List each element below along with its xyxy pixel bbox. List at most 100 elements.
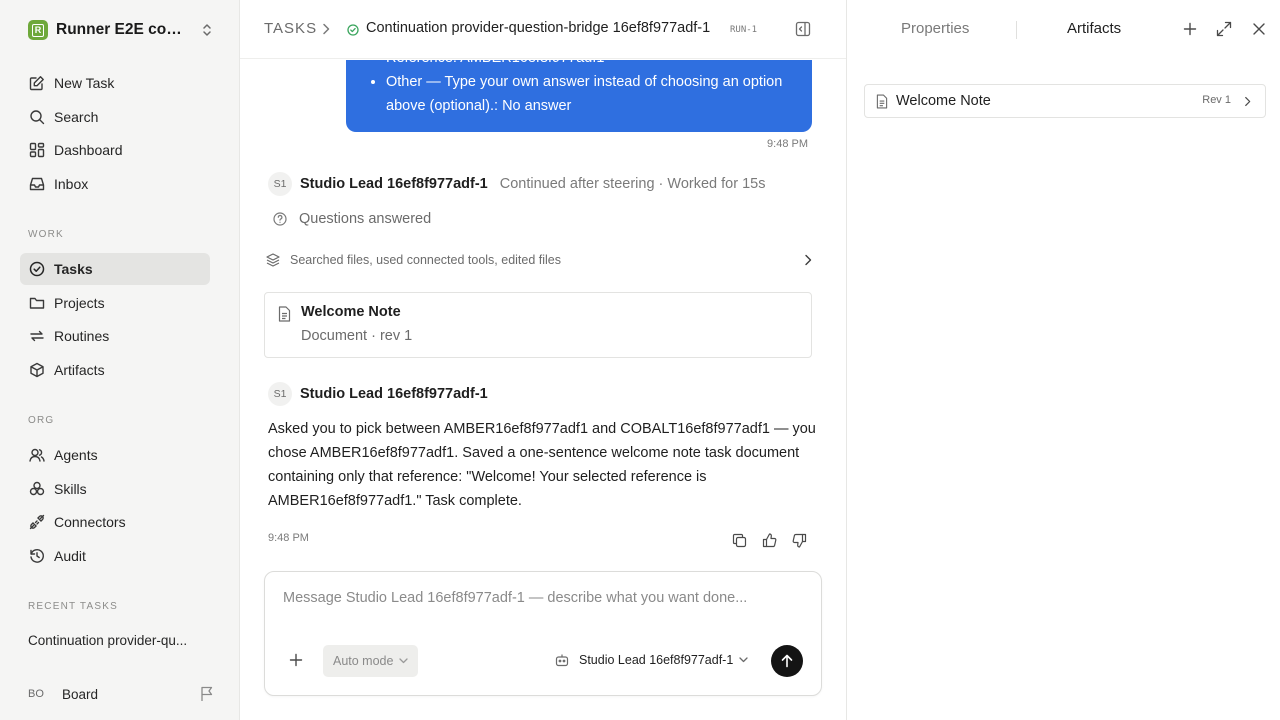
- sidebar-item-agents[interactable]: Agents: [20, 439, 210, 471]
- artifact-list-item[interactable]: Welcome Note Rev 1: [864, 84, 1266, 118]
- thumbs-down-icon[interactable]: [784, 530, 814, 550]
- sidebar-panel-toggle-icon[interactable]: [795, 21, 811, 37]
- message-actions: [724, 530, 814, 550]
- workspace-name: Runner E2E conti...: [56, 21, 190, 38]
- chevron-down-icon: [739, 657, 748, 663]
- question-icon: [273, 212, 287, 226]
- run-meta: Continued after steering · Worked for 15…: [499, 176, 766, 192]
- sidebar-item-skills[interactable]: Skills: [20, 473, 210, 505]
- tasks-icon: [28, 260, 46, 278]
- list-item: Other — Type your own answer instead of …: [386, 70, 800, 118]
- folder-icon: [28, 294, 46, 312]
- agent-reply-text: Asked you to pick between AMBER16ef8f977…: [268, 421, 816, 509]
- copy-icon[interactable]: [724, 530, 754, 550]
- sidebar-item-connectors[interactable]: Connectors: [20, 506, 210, 538]
- sidebar-item-label: Tasks: [54, 261, 93, 277]
- agents-icon: [28, 446, 46, 464]
- section-label-work: WORK: [28, 229, 64, 240]
- message-timestamp: 9:48 PM: [767, 138, 808, 150]
- chevron-right-icon: [322, 23, 330, 35]
- sidebar-item-label: Agents: [54, 447, 98, 463]
- sidebar-item-routines[interactable]: Routines: [20, 320, 210, 352]
- workspace-switcher[interactable]: R Runner E2E conti...: [28, 19, 218, 41]
- workspace-logo: R: [28, 20, 48, 40]
- revision-badge: Rev 1: [1202, 94, 1231, 106]
- expand-icon[interactable]: [1216, 21, 1232, 37]
- artifact-title: Welcome Note: [301, 304, 401, 320]
- sidebar-item-label: Skills: [54, 481, 87, 497]
- chevron-up-down-icon: [202, 22, 212, 38]
- page-title: Continuation provider-question-bridge 16…: [366, 20, 711, 36]
- close-icon[interactable]: [1252, 21, 1266, 37]
- sidebar-item-projects[interactable]: Projects: [20, 287, 210, 319]
- avatar: BO: [28, 688, 44, 700]
- user-name: Board: [62, 686, 99, 702]
- list-item: Reference: AMBER16ef8f977adf1: [386, 60, 800, 70]
- tab-artifacts[interactable]: Artifacts: [1067, 20, 1121, 37]
- layers-icon: [266, 253, 280, 267]
- sidebar-item-label: Artifacts: [54, 362, 105, 378]
- robot-icon: [555, 653, 569, 667]
- details-panel: Properties Artifacts Welcome Note Rev 1: [846, 0, 1280, 720]
- routines-icon: [28, 327, 46, 345]
- agent-name: Studio Lead 16ef8f977adf-1: [300, 386, 488, 402]
- sidebar-item-label: Dashboard: [54, 142, 123, 158]
- tab-properties[interactable]: Properties: [901, 20, 969, 37]
- sidebar-item-label: Search: [54, 109, 99, 125]
- search-icon: [28, 108, 46, 126]
- questions-answered-label: Questions answered: [299, 211, 432, 227]
- avatar: S1: [268, 172, 292, 196]
- conversation: Reference: AMBER16ef8f977adf1 Other — Ty…: [240, 60, 846, 570]
- section-label-recent: RECENT TASKS: [28, 601, 118, 612]
- document-icon: [278, 306, 291, 322]
- artifact-subtitle: Document · rev 1: [301, 328, 413, 344]
- sidebar-item-inbox[interactable]: Inbox: [20, 168, 210, 200]
- message-timestamp: 9:48 PM: [268, 532, 309, 544]
- breadcrumb-root[interactable]: TASKS: [264, 20, 317, 37]
- user-menu[interactable]: BO Board: [28, 684, 214, 704]
- message-composer: Auto mode Studio Lead 16ef8f977adf-1: [264, 571, 822, 696]
- sidebar-item-artifacts[interactable]: Artifacts: [20, 354, 210, 386]
- skills-icon: [28, 480, 46, 498]
- thumbs-up-icon[interactable]: [754, 530, 784, 550]
- inbox-icon: [28, 175, 46, 193]
- sidebar-item-new-task[interactable]: New Task: [20, 67, 210, 99]
- chevron-right-icon: [804, 254, 812, 266]
- sidebar-item-tasks[interactable]: Tasks: [20, 253, 210, 285]
- tab-divider: [1016, 21, 1017, 39]
- mode-label: Auto mode: [333, 654, 394, 668]
- section-label-org: ORG: [28, 415, 55, 426]
- add-artifact-icon[interactable]: [1183, 21, 1197, 37]
- tool-activity-label: Searched files, used connected tools, ed…: [290, 253, 562, 267]
- plus-icon[interactable]: [289, 653, 303, 667]
- sidebar-item-dashboard[interactable]: Dashboard: [20, 134, 210, 166]
- user-message-bubble: Reference: AMBER16ef8f977adf1 Other — Ty…: [346, 60, 812, 132]
- artifact-card[interactable]: Welcome Note Document · rev 1: [264, 292, 812, 358]
- sidebar-item-label: Projects: [54, 295, 105, 311]
- new-task-icon: [28, 74, 46, 92]
- agent-reply-header: S1 Studio Lead 16ef8f977adf-1: [268, 382, 488, 406]
- agent-select[interactable]: Studio Lead 16ef8f977adf-1: [555, 653, 748, 667]
- mode-select[interactable]: Auto mode: [323, 645, 419, 677]
- send-button[interactable]: [771, 645, 803, 677]
- message-input[interactable]: [283, 590, 803, 606]
- questions-answered-row[interactable]: Questions answered: [273, 211, 431, 227]
- sidebar-item-label: Connectors: [54, 514, 126, 530]
- sidebar-item-search[interactable]: Search: [20, 101, 210, 133]
- task-view: TASKS Continuation provider-question-bri…: [240, 0, 846, 720]
- agent-name: Studio Lead 16ef8f977adf-1: [300, 176, 488, 192]
- sidebar-item-label: Audit: [54, 548, 86, 564]
- avatar: S1: [268, 382, 292, 406]
- artifact-list-title: Welcome Note: [896, 93, 991, 109]
- run-summary-header: S1 Studio Lead 16ef8f977adf-1 Continued …: [268, 172, 765, 196]
- sidebar-item-label: Routines: [54, 328, 110, 344]
- recent-task-item[interactable]: Continuation provider-qu...: [28, 633, 208, 648]
- chevron-right-icon: [1244, 96, 1251, 107]
- tool-activity-row[interactable]: Searched files, used connected tools, ed…: [266, 248, 812, 272]
- sidebar-item-audit[interactable]: Audit: [20, 540, 210, 572]
- breadcrumb: TASKS Continuation provider-question-bri…: [240, 0, 846, 59]
- arrow-up-icon: [781, 654, 793, 668]
- dashboard-icon: [28, 141, 46, 159]
- history-icon: [28, 547, 46, 565]
- flag-icon[interactable]: [200, 686, 214, 702]
